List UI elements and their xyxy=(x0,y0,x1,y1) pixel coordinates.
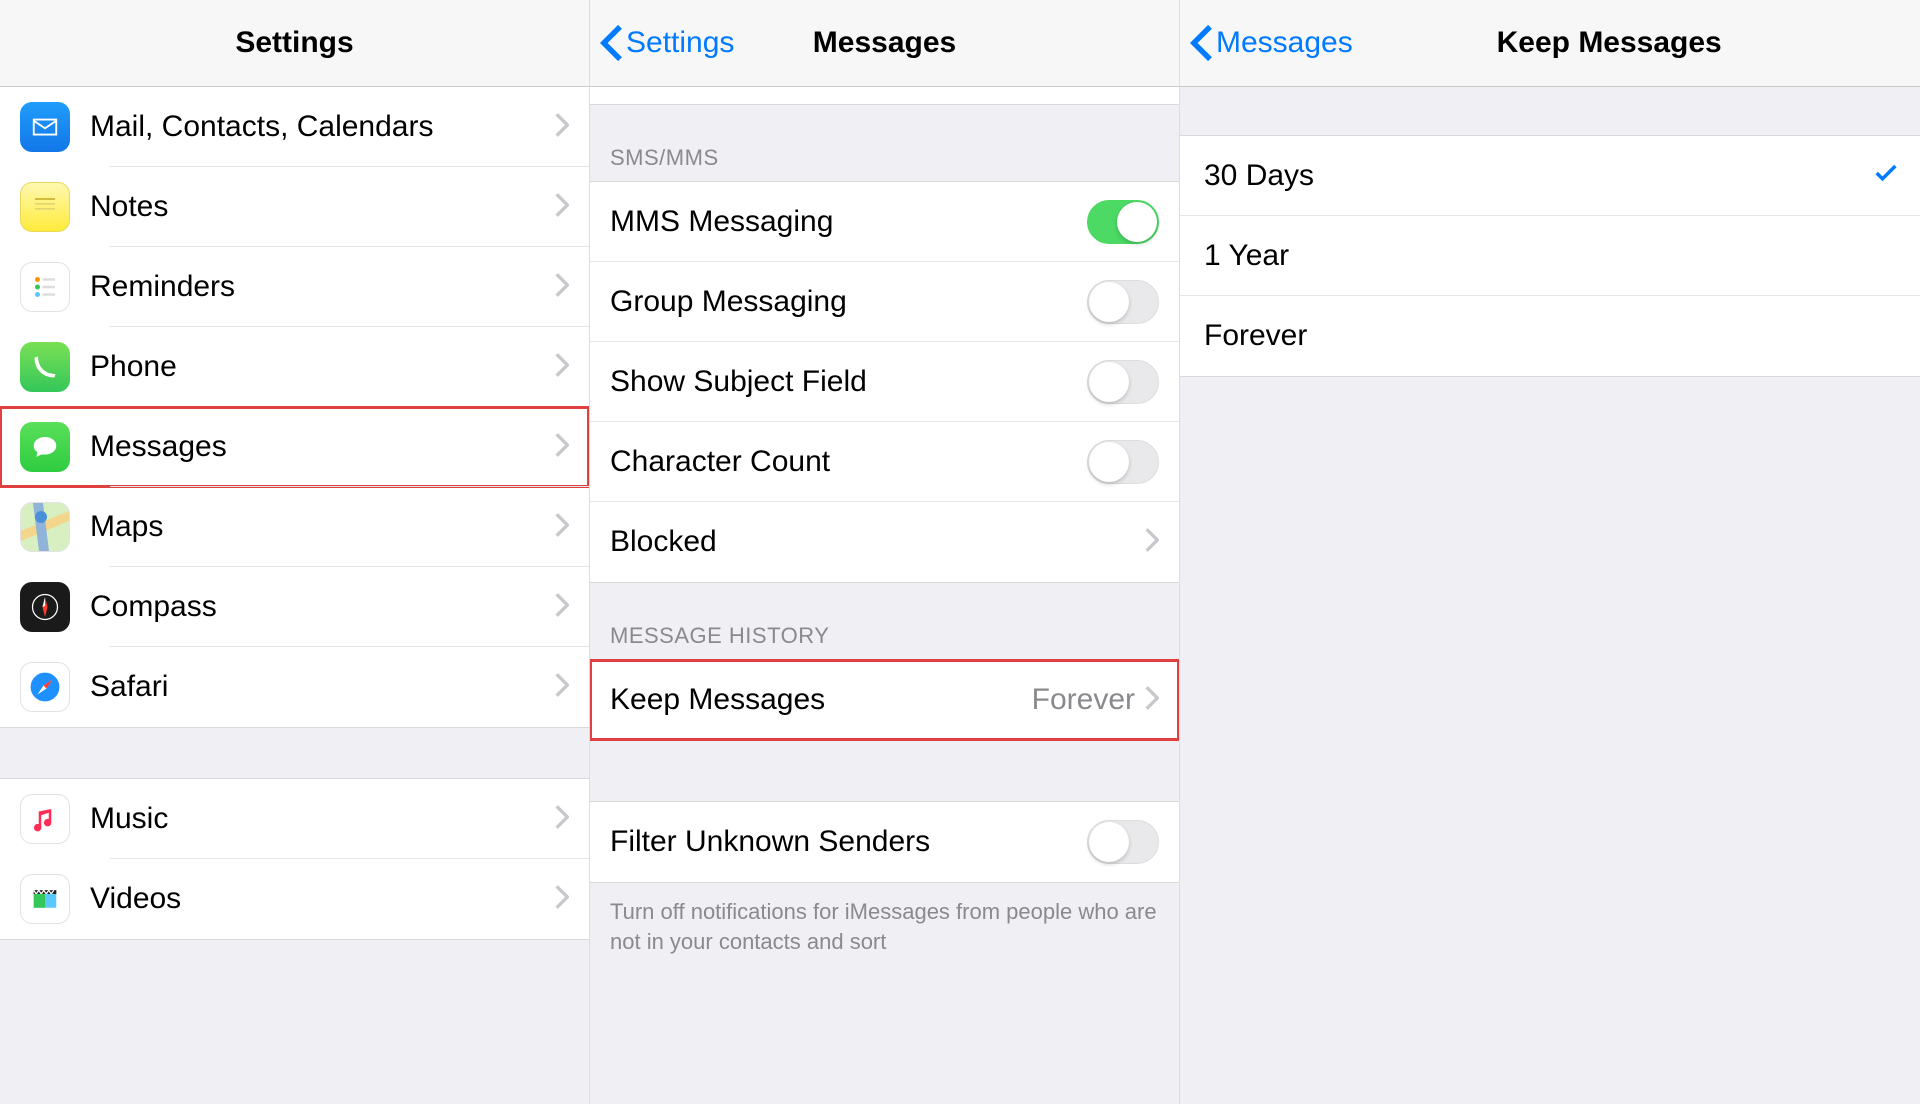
row-mms-messaging: MMS Messaging xyxy=(590,182,1179,262)
row-label: Character Count xyxy=(610,445,1087,479)
settings-row-maps[interactable]: Maps xyxy=(0,487,589,567)
settings-row-notes[interactable]: Notes xyxy=(0,167,589,247)
toggle-mms[interactable] xyxy=(1087,200,1159,244)
row-filter-unknown: Filter Unknown Senders xyxy=(590,802,1179,882)
chevron-right-icon xyxy=(555,673,569,702)
settings-row-messages[interactable]: Messages xyxy=(0,407,589,487)
chevron-right-icon xyxy=(555,113,569,142)
navbar-keep: Messages Keep Messages xyxy=(1180,0,1920,87)
maps-icon xyxy=(20,502,70,552)
section-header-history: MESSAGE HISTORY xyxy=(590,583,1179,659)
row-label: Videos xyxy=(90,882,555,916)
row-label: MMS Messaging xyxy=(610,205,1087,239)
row-label: Reminders xyxy=(90,270,555,304)
row-label: Phone xyxy=(90,350,555,384)
settings-row-reminders[interactable]: Reminders xyxy=(0,247,589,327)
back-button[interactable]: Settings xyxy=(600,25,734,61)
row-group-messaging: Group Messaging xyxy=(590,262,1179,342)
music-icon xyxy=(20,794,70,844)
navbar-settings: Settings xyxy=(0,0,589,87)
row-label: Blocked xyxy=(610,525,1145,559)
settings-panel: Settings Mail, Contacts, Calendars Notes xyxy=(0,0,590,1104)
row-label: Keep Messages xyxy=(610,683,1032,717)
row-label: Maps xyxy=(90,510,555,544)
checkmark-icon xyxy=(1872,159,1900,192)
chevron-right-icon xyxy=(1145,686,1159,715)
page-title: Messages xyxy=(813,26,956,60)
chevron-right-icon xyxy=(555,805,569,834)
back-button[interactable]: Messages xyxy=(1190,25,1353,61)
row-label: Mail, Contacts, Calendars xyxy=(90,110,555,144)
option-label: 1 Year xyxy=(1204,239,1900,273)
chevron-right-icon xyxy=(555,513,569,542)
option-label: Forever xyxy=(1204,319,1900,353)
messages-icon xyxy=(20,422,70,472)
safari-icon xyxy=(20,662,70,712)
chevron-right-icon xyxy=(555,885,569,914)
option-30-days[interactable]: 30 Days xyxy=(1180,136,1920,216)
navbar-messages: Settings Messages xyxy=(590,0,1179,87)
back-label: Messages xyxy=(1216,26,1353,60)
videos-icon xyxy=(20,874,70,924)
option-1-year[interactable]: 1 Year xyxy=(1180,216,1920,296)
mail-icon xyxy=(20,102,70,152)
chevron-right-icon xyxy=(555,273,569,302)
messages-settings-panel: Settings Messages SMS/MMS MMS Messaging … xyxy=(590,0,1180,1104)
row-show-subject: Show Subject Field xyxy=(590,342,1179,422)
chevron-right-icon xyxy=(555,193,569,222)
chevron-right-icon xyxy=(1145,528,1159,557)
settings-row-music[interactable]: Music xyxy=(0,779,589,859)
row-blocked[interactable]: Blocked xyxy=(590,502,1179,582)
toggle-char[interactable] xyxy=(1087,440,1159,484)
settings-row-mail[interactable]: Mail, Contacts, Calendars xyxy=(0,87,589,167)
settings-row-safari[interactable]: Safari xyxy=(0,647,589,727)
toggle-group[interactable] xyxy=(1087,280,1159,324)
row-label: Filter Unknown Senders xyxy=(610,825,1087,859)
option-label: 30 Days xyxy=(1204,159,1872,193)
footer-note: Turn off notifications for iMessages fro… xyxy=(590,883,1179,970)
toggle-subject[interactable] xyxy=(1087,360,1159,404)
notes-icon xyxy=(20,182,70,232)
phone-icon xyxy=(20,342,70,392)
row-character-count: Character Count xyxy=(590,422,1179,502)
page-title: Keep Messages xyxy=(1497,26,1722,60)
row-label: Music xyxy=(90,802,555,836)
row-keep-messages[interactable]: Keep Messages Forever xyxy=(590,660,1179,740)
row-label: Notes xyxy=(90,190,555,224)
settings-row-phone[interactable]: Phone xyxy=(0,327,589,407)
reminders-icon xyxy=(20,262,70,312)
row-label: Messages xyxy=(90,430,555,464)
row-label: Group Messaging xyxy=(610,285,1087,319)
chevron-right-icon xyxy=(555,353,569,382)
chevron-right-icon xyxy=(555,593,569,622)
toggle-filter[interactable] xyxy=(1087,820,1159,864)
keep-messages-panel: Messages Keep Messages 30 Days 1 Year Fo… xyxy=(1180,0,1920,1104)
option-forever[interactable]: Forever xyxy=(1180,296,1920,376)
row-label: Safari xyxy=(90,670,555,704)
back-label: Settings xyxy=(626,26,734,60)
settings-row-videos[interactable]: Videos xyxy=(0,859,589,939)
compass-icon xyxy=(20,582,70,632)
chevron-right-icon xyxy=(555,433,569,462)
section-header-sms: SMS/MMS xyxy=(590,105,1179,181)
page-title: Settings xyxy=(235,26,353,60)
row-label: Show Subject Field xyxy=(610,365,1087,399)
row-label: Compass xyxy=(90,590,555,624)
settings-row-compass[interactable]: Compass xyxy=(0,567,589,647)
row-value: Forever xyxy=(1032,683,1135,717)
